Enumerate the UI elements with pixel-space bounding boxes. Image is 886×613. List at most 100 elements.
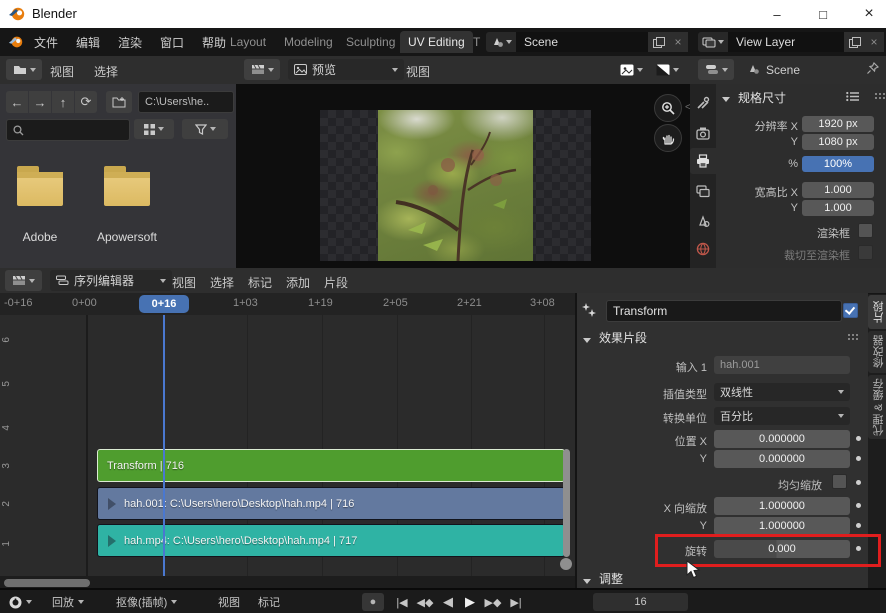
timeline-menu-marker[interactable]: 标记 [258, 593, 280, 611]
file-menu-view[interactable]: 视图 [50, 63, 74, 80]
input1-field[interactable]: hah.001 [714, 356, 850, 374]
seq-menu-view[interactable]: 视图 [172, 274, 196, 291]
sequencer-tracks[interactable]: 6 5 4 3 2 1 Transform | 716 hah.001: C:\… [0, 315, 575, 576]
sequencer-ruler[interactable]: -0+16 0+00 1+03 1+19 2+05 2+21 3+08 0+16 [0, 293, 575, 316]
playhead-frame-badge[interactable]: 0+16 [139, 295, 189, 313]
seq-menu-add[interactable]: 添加 [286, 274, 310, 291]
crop-region-checkbox[interactable] [858, 245, 873, 260]
timeline-menu-view[interactable]: 视图 [218, 593, 240, 611]
sequencer-editor-type-button[interactable] [5, 270, 42, 291]
seq-menu-marker[interactable]: 标记 [248, 274, 272, 291]
playhead-line[interactable] [163, 315, 165, 576]
scene-name-field[interactable]: Scene [516, 32, 648, 52]
up-button[interactable]: ↑ [52, 91, 74, 113]
properties-editor-type-button[interactable] [698, 59, 734, 80]
maximize-button[interactable]: □ [806, 0, 840, 28]
adjust-panel-title[interactable]: 调整 [599, 570, 623, 587]
sidebar-tab-modifiers[interactable]: 修改器 [868, 331, 886, 373]
panel-collapse-triangle[interactable] [583, 573, 591, 587]
close-button[interactable]: × [852, 0, 886, 28]
keying-menu[interactable]: 抠像(插帧) [116, 593, 177, 611]
minimize-button[interactable]: – [760, 0, 794, 28]
play-reverse-button[interactable]: ◀ [438, 593, 458, 611]
view-layer-name-field[interactable]: View Layer [728, 32, 844, 52]
menu-render[interactable]: 渲染 [118, 34, 142, 51]
strip-hah-001[interactable]: hah.001: C:\Users\hero\Desktop\hah.mp4 |… [97, 487, 565, 520]
strip-mute-checkbox[interactable] [843, 303, 858, 318]
timeline-editor-type-button[interactable] [8, 593, 32, 611]
pan-hand-button[interactable] [654, 124, 682, 152]
file-menu-select[interactable]: 选择 [94, 63, 118, 80]
render-region-checkbox[interactable] [858, 223, 873, 238]
display-mode-button[interactable] [134, 119, 174, 139]
tab-tool-icon[interactable] [690, 90, 716, 116]
pin-icon[interactable] [866, 62, 879, 76]
vertical-scrollbar[interactable] [563, 449, 570, 557]
blender-menu-icon[interactable] [8, 34, 24, 50]
forward-button[interactable]: → [29, 91, 51, 113]
workspace-tab-truncated[interactable]: T [470, 31, 483, 53]
sidebar-tab-proxy-cache[interactable]: 代理 & 缓存 [868, 375, 886, 439]
animate-dot[interactable] [856, 480, 861, 485]
aspect-x-field[interactable]: 1.000 [802, 182, 874, 198]
workspace-tab-sculpting[interactable]: Sculpting [338, 31, 403, 53]
unit-dropdown[interactable]: 百分比 [714, 407, 850, 425]
resolution-pct-field[interactable]: 100% [802, 156, 874, 172]
panel-collapse-triangle[interactable] [722, 91, 730, 105]
seq-menu-select[interactable]: 选择 [210, 274, 234, 291]
preview-menu-view[interactable]: 视图 [406, 63, 430, 80]
seq-menu-strip[interactable]: 片段 [324, 274, 348, 291]
workspace-tab-layout[interactable]: Layout [222, 31, 274, 53]
workspace-tab-uv-editing[interactable]: UV Editing [400, 31, 473, 53]
scene-browse-button[interactable] [486, 32, 516, 52]
tab-world-icon[interactable] [690, 236, 716, 262]
animate-dot[interactable] [856, 503, 861, 508]
sequencer-display-mode-dropdown[interactable]: 序列编辑器 [50, 270, 172, 291]
uniform-scale-checkbox[interactable] [832, 474, 847, 489]
new-folder-button[interactable] [106, 91, 132, 113]
strip-transform[interactable]: Transform | 716 [97, 449, 565, 482]
menu-file[interactable]: 文件 [34, 34, 58, 51]
next-keyframe-button[interactable]: ▶◆ [482, 593, 504, 611]
back-button[interactable]: ← [6, 91, 28, 113]
scale-y-field[interactable]: 1.000000 [714, 517, 850, 535]
new-scene-button[interactable] [648, 32, 668, 52]
workspace-tab-modeling[interactable]: Modeling [276, 31, 341, 53]
dimensions-panel-title[interactable]: 规格尺寸 [738, 89, 786, 106]
file-browser-editor-type-button[interactable] [6, 59, 42, 80]
unlink-scene-button[interactable]: × [668, 32, 688, 52]
record-button[interactable]: ● [362, 593, 384, 611]
position-y-field[interactable]: 0.000000 [714, 450, 850, 468]
search-input[interactable] [6, 119, 130, 141]
sidebar-tab-strip[interactable]: 片段 [868, 295, 886, 329]
play-button[interactable]: ▶ [460, 593, 480, 611]
view-layer-browse-button[interactable] [698, 32, 728, 52]
preview-image-selector-button[interactable] [614, 59, 648, 80]
strip-hah-mp4[interactable]: hah.mp4: C:\Users\hero\Desktop\hah.mp4 |… [97, 524, 565, 557]
current-frame-field[interactable]: 16 [593, 593, 688, 611]
jump-to-end-button[interactable]: ▶| [506, 593, 526, 611]
panel-collapse-triangle[interactable] [583, 332, 591, 346]
strip-handle-icon[interactable] [108, 498, 116, 510]
animate-dot[interactable] [856, 456, 861, 461]
refresh-button[interactable]: ⟳ [75, 91, 97, 113]
scrollbar-knob[interactable] [560, 558, 572, 570]
path-field[interactable]: C:\Users\he.. [138, 91, 234, 113]
jump-to-start-button[interactable]: |◀ [392, 593, 412, 611]
remove-view-layer-button[interactable]: × [864, 32, 884, 52]
zoom-in-button[interactable] [654, 94, 682, 122]
strip-name-field[interactable]: Transform [606, 300, 842, 322]
resolution-x-field[interactable]: 1920 px [802, 116, 874, 132]
filter-button[interactable] [182, 119, 228, 139]
menu-edit[interactable]: 编辑 [76, 34, 100, 51]
preview-viewport[interactable]: < [236, 84, 692, 268]
position-x-field[interactable]: 0.000000 [714, 430, 850, 448]
aspect-y-field[interactable]: 1.000 [802, 200, 874, 216]
animate-dot[interactable] [856, 436, 861, 441]
preview-mask-selector-button[interactable] [650, 59, 684, 80]
preview-display-mode-dropdown[interactable]: 预览 [288, 59, 404, 80]
playback-menu[interactable]: 回放 [52, 593, 84, 611]
new-view-layer-button[interactable] [844, 32, 864, 52]
horizontal-scrollbar[interactable] [4, 579, 90, 587]
panel-grip-icon[interactable] [874, 92, 886, 99]
